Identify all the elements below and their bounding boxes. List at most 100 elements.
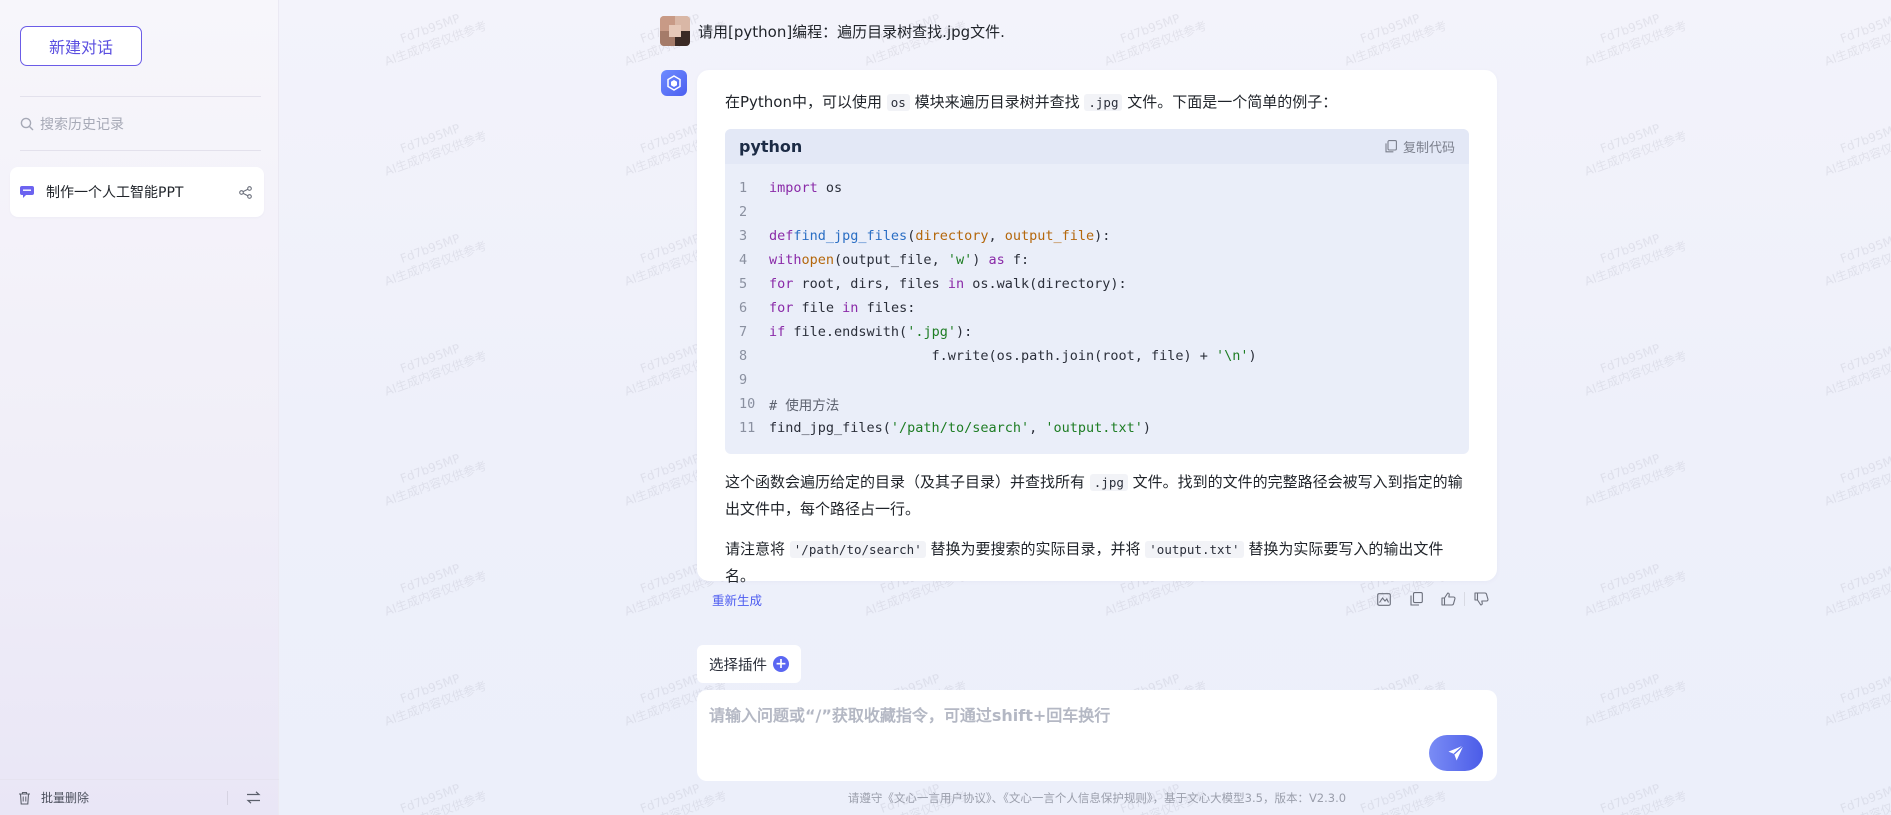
assistant-avatar [661,70,687,96]
watermark-line: AI生成内容仅供参考 [1822,238,1891,289]
image-action-button[interactable] [1368,589,1400,609]
image-icon [1377,592,1391,606]
answer-intro: 在Python中，可以使用 os 模块来遍历目录树并查找 .jpg 文件。下面是… [725,89,1469,116]
inline-code: .jpg [1089,474,1128,491]
watermark-tile: Fd7b95MPAI生成内容仅供参考 [1817,3,1891,70]
code-line: 2 [725,200,1469,224]
line-number: 9 [739,372,748,388]
copy-answer-button[interactable] [1400,589,1432,609]
history-item[interactable]: 制作一个人工智能PPT [10,167,264,217]
inline-code: os [886,94,910,111]
watermark-line: AI生成内容仅供参考 [1582,678,1689,729]
thumbs-up-button[interactable] [1432,589,1464,609]
user-message-text: 请用[python]编程：遍历目录树查找.jpg文件. [698,22,1005,41]
note-text: 替换为要搜索的实际目录，并将 [925,540,1146,558]
watermark-tile: Fd7b95MPAI生成内容仅供参考 [1577,3,1689,70]
inline-code: .jpg [1084,94,1123,111]
watermark-line: AI生成内容仅供参考 [1342,18,1449,69]
watermark-tile: Fd7b95MPAI生成内容仅供参考 [1577,443,1689,510]
code-line: 3 def find_jpg_files(directory, output_fi… [725,224,1469,248]
explain-text: 这个函数会遍历给定的目录（及其子目录）并查找所有 [725,473,1090,491]
watermark-line: AI生成内容仅供参考 [1822,568,1891,619]
line-number: 7 [739,324,748,340]
watermark-tile: Fd7b95MPAI生成内容仅供参考 [377,223,489,290]
watermark-tile: Fd7b95MPAI生成内容仅供参考 [1817,773,1891,815]
answer-explanation: 这个函数会遍历给定的目录（及其子目录）并查找所有 .jpg 文件。找到的文件的完… [725,469,1469,522]
watermark-tile: Fd7b95MPAI生成内容仅供参考 [377,113,489,180]
code-line: 10 # 使用方法 [725,392,1469,416]
watermark-line: AI生成内容仅供参考 [1102,18,1209,69]
code-language: python [739,137,803,156]
code-line: 4 with open (output_file, 'w') as f: [725,248,1469,272]
thumbs-down-icon [1473,592,1489,606]
watermark-line: AI生成内容仅供参考 [382,568,489,619]
intro-text: 文件。下面是一个简单的例子： [1122,93,1338,111]
watermark-line: Fd7b95MP [1598,451,1662,486]
inline-code: 'output.txt' [1145,541,1244,558]
watermark-line: Fd7b95MP [1838,781,1891,815]
share-icon[interactable] [239,185,252,199]
watermark-line: Fd7b95MP [1598,671,1662,706]
line-number: 10 [739,396,756,412]
watermark-line: AI生成内容仅供参考 [382,238,489,289]
send-icon [1448,745,1464,761]
watermark-line: Fd7b95MP [398,11,462,46]
watermark-line: Fd7b95MP [1598,781,1662,815]
watermark-line: AI生成内容仅供参考 [1822,348,1891,399]
watermark-line: AI生成内容仅供参考 [1822,128,1891,179]
code-line: 6 for file in files: [725,296,1469,320]
inline-code: '/path/to/search' [789,541,926,558]
plus-circle-icon: + [773,656,789,672]
prompt-input[interactable] [709,702,1399,742]
watermark-line: Fd7b95MP [1598,341,1662,376]
code-body: 1 import os 2 3 def find_jpg_files(directo… [725,164,1469,440]
watermark-tile: Fd7b95MPAI生成内容仅供参考 [1817,663,1891,730]
code-line: 1 import os [725,176,1469,200]
answer-actions [1368,589,1497,609]
watermark-line: Fd7b95MP [1118,11,1182,46]
watermark-line: Fd7b95MP [1838,341,1891,376]
code-line: 7 if file.endswith('.jpg'): [725,320,1469,344]
watermark-tile: Fd7b95MPAI生成内容仅供参考 [1577,663,1689,730]
watermark-line: AI生成内容仅供参考 [1582,788,1689,815]
watermark-tile: Fd7b95MPAI生成内容仅供参考 [1817,553,1891,620]
line-number: 6 [739,300,748,316]
watermark-tile: Fd7b95MPAI生成内容仅供参考 [377,663,489,730]
line-number: 3 [739,228,748,244]
watermark-line: AI生成内容仅供参考 [382,128,489,179]
watermark-line: AI生成内容仅供参考 [382,348,489,399]
copy-code-button[interactable]: 复制代码 [1385,137,1455,156]
search-history-input[interactable]: 搜索历史记录 [20,110,260,138]
copy-icon [1385,140,1397,153]
regenerate-button[interactable]: 重新生成 [712,590,762,609]
watermark-tile: Fd7b95MPAI生成内容仅供参考 [1577,553,1689,620]
swap-icon[interactable] [246,791,261,804]
sidebar-divider [20,96,261,97]
batch-delete-button[interactable]: 批量删除 [41,789,89,806]
watermark-line: Fd7b95MP [398,121,462,156]
composer-box [697,690,1497,781]
copy-icon [1409,592,1423,606]
sidebar-footer: 批量删除 [0,779,279,815]
thumbs-up-icon [1440,592,1456,606]
watermark-tile: Fd7b95MPAI生成内容仅供参考 [377,333,489,400]
sidebar: 新建对话 搜索历史记录 制作一个人工智能PPT 批量删除 [0,0,279,815]
select-plugin-button[interactable]: 选择插件 + [697,645,801,683]
send-button[interactable] [1429,735,1483,771]
assistant-logo-icon [667,75,681,91]
search-placeholder: 搜索历史记录 [40,117,124,133]
chat-bubble-icon [20,186,34,198]
answer-card: 在Python中，可以使用 os 模块来遍历目录树并查找 .jpg 文件。下面是… [697,70,1497,585]
thumbs-down-button[interactable] [1465,589,1497,609]
new-chat-button[interactable]: 新建对话 [20,26,142,66]
note-text: 请注意将 [725,540,790,558]
sidebar-divider [20,150,261,151]
watermark-line: Fd7b95MP [1598,231,1662,266]
watermark-line: Fd7b95MP [1598,11,1662,46]
trash-icon[interactable] [18,791,31,805]
search-icon [20,117,34,131]
watermark-line: AI生成内容仅供参考 [382,678,489,729]
watermark-tile: Fd7b95MPAI生成内容仅供参考 [1577,333,1689,400]
watermark-line: Fd7b95MP [1838,231,1891,266]
watermark-line: AI生成内容仅供参考 [1582,348,1689,399]
